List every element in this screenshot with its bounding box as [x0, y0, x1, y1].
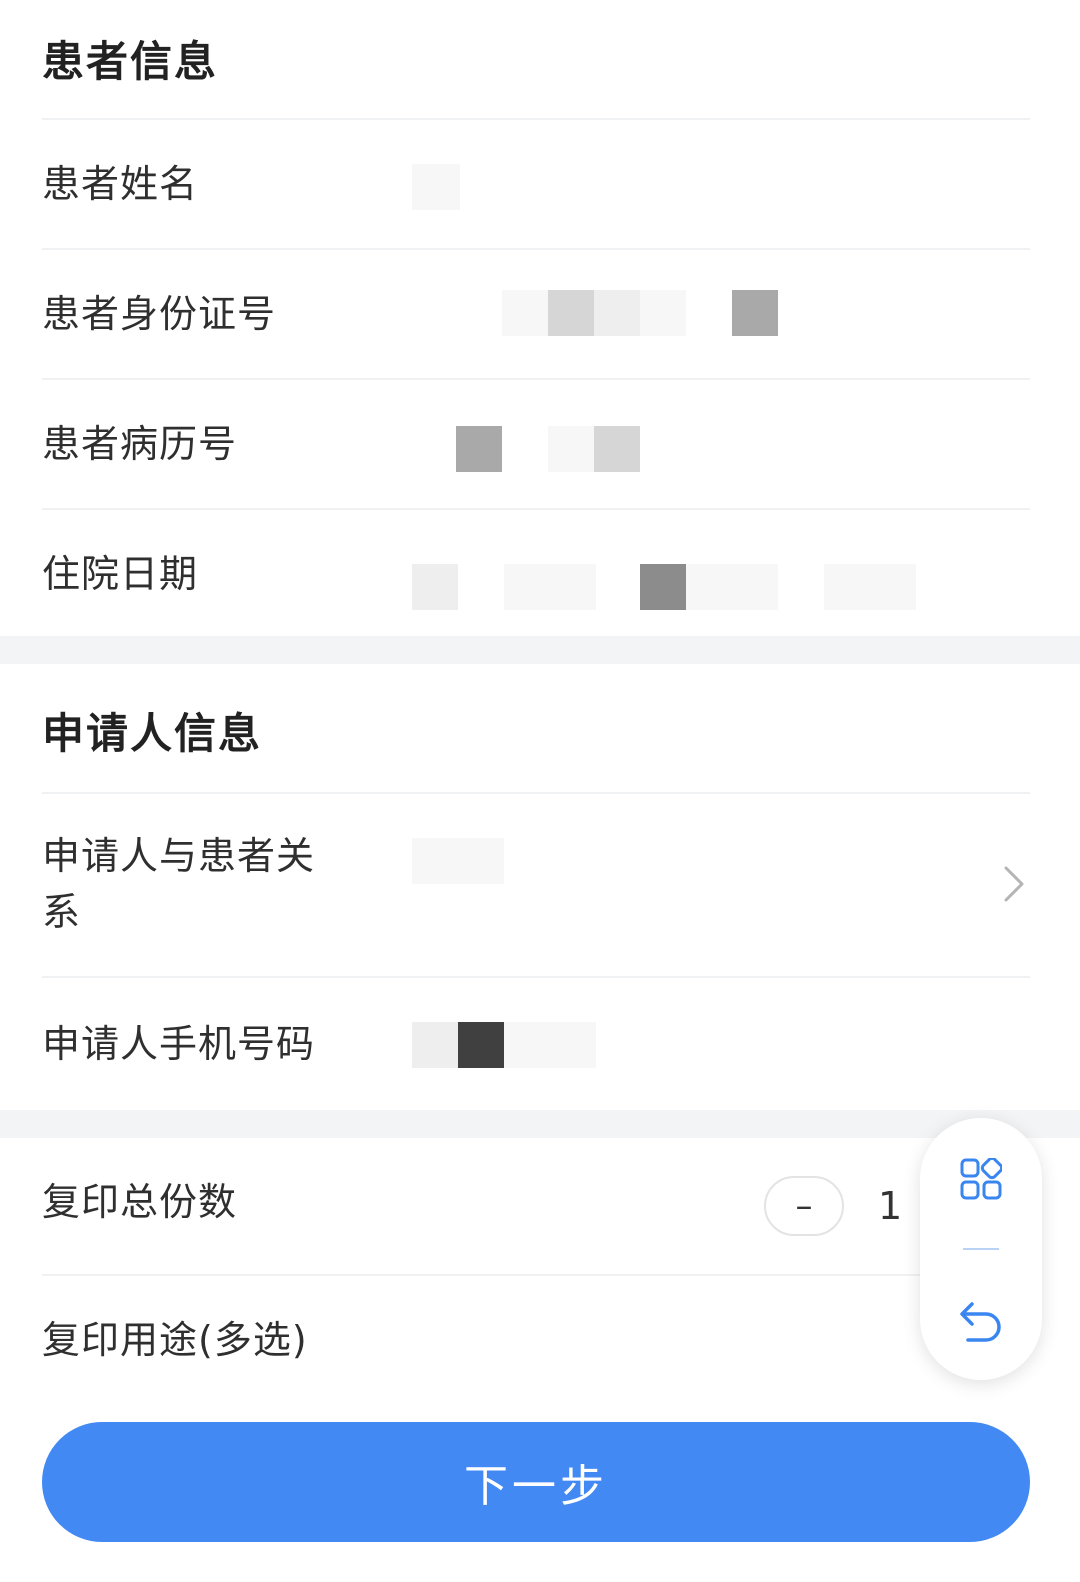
form-page: 患者信息 患者姓名 患者身份证号 患者病历号 住院日期 申请人信息 申请人与患者…	[0, 0, 1080, 1582]
admission-date-label: 住院日期	[42, 552, 199, 596]
copy-count-label: 复印总份数	[42, 1180, 238, 1224]
patient-info-section: 患者信息 患者姓名 患者身份证号 患者病历号 住院日期	[0, 0, 1080, 636]
admission-date-mask-block	[640, 564, 686, 610]
copy-purpose-row[interactable]: 复印用途(多选)	[42, 1274, 1030, 1410]
patient-record-mask-block	[548, 426, 594, 472]
patient-record-row: 患者病历号	[42, 378, 1030, 508]
patient-id-row: 患者身份证号	[42, 248, 1030, 378]
patient-name-masked-value	[412, 164, 460, 210]
copy-count-value: 1	[878, 1184, 903, 1228]
apps-grid-icon[interactable]	[960, 1158, 1002, 1200]
patient-info-title: 患者信息	[42, 37, 219, 86]
section-gap	[0, 636, 1080, 664]
admission-date-masked-value	[412, 564, 458, 610]
applicant-phone-row[interactable]: 申请人手机号码	[42, 976, 1030, 1110]
decrement-button[interactable]: –	[764, 1176, 844, 1236]
admission-date-row: 住院日期	[42, 508, 1030, 636]
patient-id-mask-block	[548, 290, 594, 336]
chevron-right-icon[interactable]	[1002, 864, 1026, 904]
applicant-relation-row[interactable]: 申请人与患者关 系	[42, 792, 1030, 976]
applicant-phone-mask-block	[504, 1022, 596, 1068]
patient-name-row: 患者姓名	[42, 118, 1030, 248]
applicant-info-title: 申请人信息	[42, 709, 263, 758]
applicant-info-section: 申请人信息 申请人与患者关 系 申请人手机号码	[0, 664, 1080, 1110]
floating-menu-divider	[963, 1248, 999, 1250]
patient-id-masked-value	[502, 290, 548, 336]
patient-id-mask-block	[732, 290, 778, 336]
floating-menu	[920, 1118, 1042, 1380]
applicant-phone-mask-block	[458, 1022, 504, 1068]
admission-date-mask-block	[686, 564, 778, 610]
patient-name-label: 患者姓名	[42, 162, 199, 206]
admission-date-mask-block	[824, 564, 916, 610]
applicant-relation-label-line2: 系	[42, 890, 82, 934]
patient-record-masked-value	[456, 426, 502, 472]
applicant-relation-masked-value	[412, 838, 504, 884]
next-step-button[interactable]: 下一步	[42, 1422, 1030, 1542]
applicant-phone-masked-value	[412, 1022, 458, 1068]
back-arrow-icon[interactable]	[958, 1298, 1004, 1344]
patient-record-mask-block	[594, 426, 640, 472]
copy-purpose-label: 复印用途(多选)	[42, 1318, 308, 1362]
patient-record-label: 患者病历号	[42, 422, 238, 466]
section-gap	[0, 1110, 1080, 1138]
patient-id-label: 患者身份证号	[42, 292, 277, 336]
admission-date-mask-block	[504, 564, 596, 610]
patient-id-mask-block	[640, 290, 686, 336]
patient-id-mask-block	[594, 290, 640, 336]
applicant-phone-label: 申请人手机号码	[42, 1022, 316, 1066]
applicant-relation-label-line1: 申请人与患者关	[42, 834, 316, 878]
